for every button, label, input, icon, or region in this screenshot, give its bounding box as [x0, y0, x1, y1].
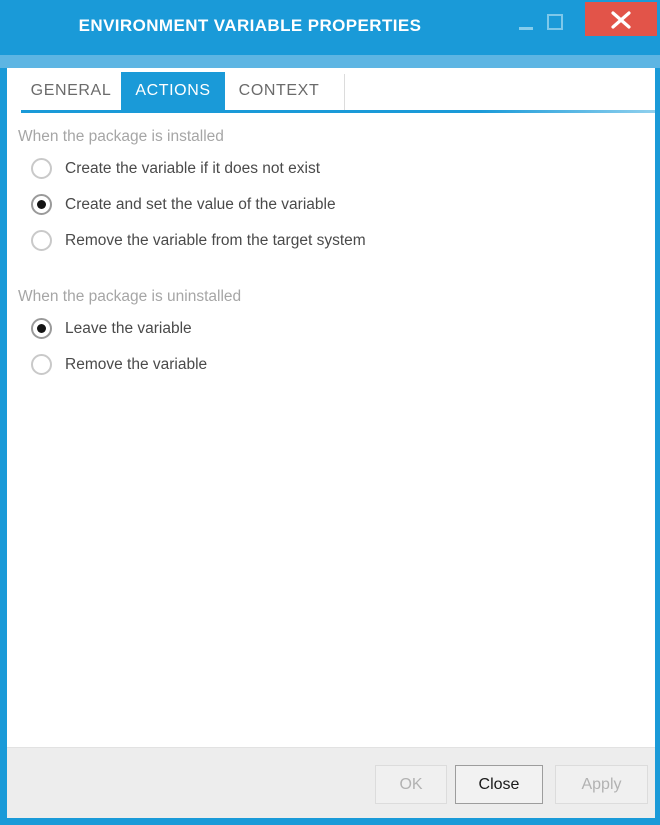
- radio-label-create-if-not-exist: Create the variable if it does not exist: [65, 160, 321, 177]
- minimize-button[interactable]: [512, 10, 540, 36]
- tab-bar: GENERAL ACTIONS CONTEXT: [7, 68, 655, 113]
- radio-remove-from-target[interactable]: [31, 230, 52, 251]
- radio-dot: [37, 324, 46, 333]
- radio-create-if-not-exist[interactable]: [31, 158, 52, 179]
- tab-actions[interactable]: ACTIONS: [121, 72, 225, 110]
- radio-row-remove-from-target[interactable]: Remove the variable from the target syst…: [7, 224, 655, 260]
- radio-row-create-if-not-exist[interactable]: Create the variable if it does not exist: [7, 152, 655, 188]
- radio-leave-variable[interactable]: [31, 318, 52, 339]
- environment-variable-properties-window: ENVIRONMENT VARIABLE PROPERTIES GENERAL …: [0, 0, 660, 825]
- close-window-button[interactable]: [585, 2, 657, 36]
- radio-label-create-and-set: Create and set the value of the variable: [65, 196, 336, 213]
- minimize-icon: [519, 27, 533, 30]
- group-installed-heading: When the package is installed: [18, 128, 224, 145]
- tab-context[interactable]: CONTEXT: [225, 72, 333, 110]
- close-button[interactable]: Close: [455, 765, 543, 804]
- radio-label-leave-variable: Leave the variable: [65, 320, 192, 337]
- tab-underline: [21, 110, 655, 113]
- maximize-button[interactable]: [542, 8, 570, 36]
- window-title: ENVIRONMENT VARIABLE PROPERTIES: [78, 16, 422, 35]
- close-icon: [611, 11, 631, 29]
- radio-row-create-and-set[interactable]: Create and set the value of the variable: [7, 188, 655, 224]
- maximize-icon: [547, 14, 563, 30]
- ok-button[interactable]: OK: [375, 765, 447, 804]
- title-bar: ENVIRONMENT VARIABLE PROPERTIES: [0, 0, 660, 55]
- window-bottom-frame: [0, 818, 660, 825]
- radio-row-remove-variable[interactable]: Remove the variable: [7, 348, 655, 384]
- accent-band: [0, 55, 660, 68]
- radio-label-remove-variable: Remove the variable: [65, 356, 208, 373]
- footer-button-bar: OK Close Apply: [7, 747, 655, 818]
- radio-remove-variable[interactable]: [31, 354, 52, 375]
- radio-create-and-set[interactable]: [31, 194, 52, 215]
- radio-row-leave-variable[interactable]: Leave the variable: [7, 312, 655, 348]
- group-uninstalled-heading: When the package is uninstalled: [18, 288, 242, 305]
- tab-general[interactable]: GENERAL: [21, 72, 121, 110]
- group-when-uninstalled: When the package is uninstalled Leave th…: [7, 288, 655, 384]
- group-when-installed: When the package is installed Create the…: [7, 128, 655, 260]
- tab-divider: [344, 74, 345, 110]
- radio-label-remove-from-target: Remove the variable from the target syst…: [65, 232, 366, 249]
- apply-button[interactable]: Apply: [555, 765, 648, 804]
- content-panel: GENERAL ACTIONS CONTEXT When the package…: [7, 68, 655, 747]
- radio-dot: [37, 200, 46, 209]
